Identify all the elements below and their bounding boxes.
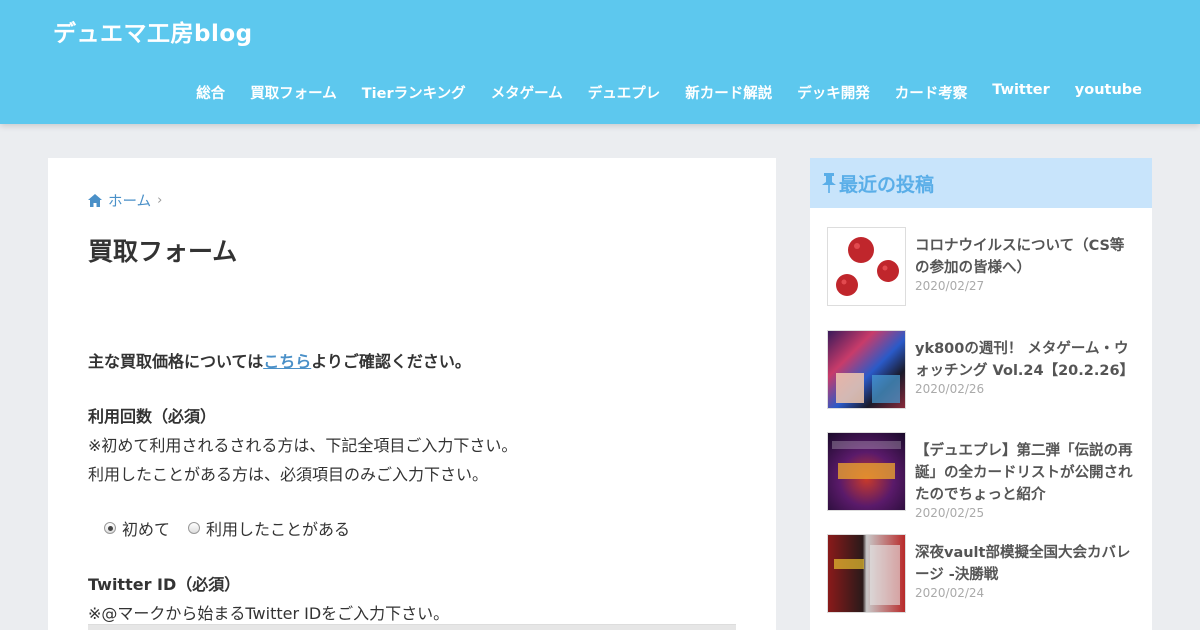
list-item[interactable]: 深夜vault部模擬全国大会カバレージ -決勝戦 2020/02/24 <box>827 534 1137 613</box>
list-item[interactable]: 【デュエプレ】第二弾「伝説の再誕」の全カードリストが公開されたのでちょっと紹介 … <box>827 432 1137 520</box>
nav-item-deck[interactable]: デッキ開発 <box>797 82 870 103</box>
usage-note-1: ※初めて利用されるされる方は、下記全項目ご入力下さい。 <box>88 436 518 455</box>
lead-before: 主な買取価格については <box>88 352 264 371</box>
twitter-note: ※@マークから始まるTwitter IDをご入力下さい。 <box>88 604 450 623</box>
post-date: 2020/02/25 <box>915 506 985 520</box>
post-date: 2020/02/27 <box>915 279 985 293</box>
usage-radio-group: 初めて 利用したことがある <box>104 516 368 540</box>
post-title[interactable]: 【デュエプレ】第二弾「伝説の再誕」の全カードリストが公開されたのでちょっと紹介 <box>915 440 1137 506</box>
breadcrumb: ホーム › <box>88 190 162 211</box>
radio-button-unchecked[interactable] <box>188 522 201 534</box>
recent-posts-title: 最近の投稿 <box>839 173 935 196</box>
nav-item-new-card[interactable]: 新カード解説 <box>685 82 772 103</box>
breadcrumb-home-link[interactable]: ホーム <box>108 190 151 211</box>
page-title: 買取フォーム <box>88 237 238 266</box>
radio-used-label: 利用したことがある <box>206 520 351 539</box>
usage-note-2: 利用したことがある方は、必須項目のみご入力下さい。 <box>88 465 489 484</box>
nav-item-tier[interactable]: Tierランキング <box>362 82 466 103</box>
lead-after: よりご確認ください。 <box>311 352 471 371</box>
post-thumbnail[interactable] <box>827 534 906 613</box>
nav-item-youtube[interactable]: youtube <box>1075 82 1142 103</box>
site-header: デュエマ工房blog 総合 買取フォーム Tierランキング メタゲーム デュエ… <box>0 0 1200 124</box>
lead-text: 主な買取価格についてはこちらよりご確認ください。 <box>88 348 471 372</box>
nav-item-card-study[interactable]: カード考察 <box>895 82 968 103</box>
list-item[interactable]: yk800の週刊！ メタゲーム・ウォッチング Vol.24【20.2.26】 2… <box>827 330 1137 409</box>
twitter-heading: Twitter ID（必須） <box>88 575 241 594</box>
post-date: 2020/02/26 <box>915 382 985 396</box>
recent-posts-heading: 最近の投稿 <box>810 158 1152 208</box>
nav-item-sogo[interactable]: 総合 <box>196 82 225 103</box>
global-nav: 総合 買取フォーム Tierランキング メタゲーム デュエプレ 新カード解説 デ… <box>171 82 1142 103</box>
post-title[interactable]: 深夜vault部模擬全国大会カバレージ -決勝戦 <box>915 542 1137 586</box>
twitter-id-input[interactable] <box>88 624 736 630</box>
post-title[interactable]: コロナウイルスについて（CS等の参加の皆様へ） <box>915 235 1137 279</box>
post-thumbnail[interactable] <box>827 330 906 409</box>
site-title[interactable]: デュエマ工房blog <box>53 14 253 48</box>
nav-item-kaitori[interactable]: 買取フォーム <box>250 82 337 103</box>
radio-first-label: 初めて <box>122 520 171 539</box>
main-content: ホーム › 買取フォーム 主な買取価格についてはこちらよりご確認ください。 利用… <box>48 158 776 630</box>
list-item[interactable]: コロナウイルスについて（CS等の参加の皆様へ） 2020/02/27 <box>827 227 1137 306</box>
radio-button-checked[interactable] <box>104 522 116 534</box>
nav-item-twitter[interactable]: Twitter <box>992 82 1050 103</box>
sidebar: 最近の投稿 コロナウイルスについて（CS等の参加の皆様へ） 2020/02/27… <box>810 158 1152 630</box>
post-date: 2020/02/24 <box>915 586 985 600</box>
usage-heading: 利用回数（必須） <box>88 407 217 426</box>
nav-item-metagame[interactable]: メタゲーム <box>491 82 563 103</box>
post-thumbnail[interactable] <box>827 227 906 306</box>
price-list-link[interactable]: こちら <box>263 352 311 371</box>
radio-used-before[interactable]: 利用したことがある <box>188 516 350 540</box>
chevron-right-icon: › <box>157 193 163 208</box>
home-icon <box>88 194 102 207</box>
pushpin-icon <box>822 173 836 193</box>
nav-item-duepure[interactable]: デュエプレ <box>588 82 661 103</box>
radio-first-time[interactable]: 初めて <box>104 516 170 540</box>
post-thumbnail[interactable] <box>827 432 906 511</box>
post-title[interactable]: yk800の週刊！ メタゲーム・ウォッチング Vol.24【20.2.26】 <box>915 338 1137 382</box>
